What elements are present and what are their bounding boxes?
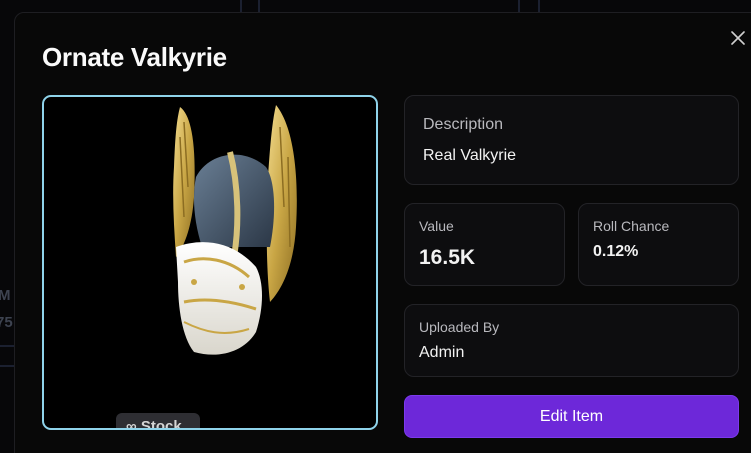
roll-chance-card: Roll Chance 0.12% — [578, 203, 739, 286]
valkyrie-helmet-image — [173, 105, 297, 355]
description-card: Description Real Valkyrie — [404, 95, 739, 185]
value-card: Value 16.5K — [404, 203, 565, 286]
edit-item-button[interactable]: Edit Item — [404, 395, 739, 438]
background-divider — [240, 0, 242, 12]
background-divider — [518, 0, 520, 12]
description-value: Real Valkyrie — [423, 147, 517, 164]
uploaded-by-label: Uploaded By — [419, 319, 500, 335]
item-image: ∞ Stock — [42, 95, 378, 430]
description-label: Description — [423, 116, 504, 133]
uploaded-by-value: Admin — [419, 344, 465, 361]
value-amount: 16.5K — [419, 246, 476, 269]
roll-chance-label: Roll Chance — [593, 218, 670, 234]
background-text: 75 — [0, 314, 13, 331]
background-divider — [0, 345, 14, 347]
modal-title: Ornate Valkyrie — [42, 42, 227, 72]
roll-chance-value: 0.12% — [593, 243, 639, 260]
close-button[interactable] — [726, 26, 750, 50]
value-label: Value — [419, 218, 454, 234]
background-divider — [538, 0, 540, 12]
background-text: M — [0, 287, 11, 304]
close-icon — [731, 31, 745, 45]
background-divider — [258, 0, 260, 12]
background-divider — [0, 365, 14, 367]
uploaded-by-card: Uploaded By Admin — [404, 304, 739, 377]
stock-badge: ∞ Stock — [116, 413, 200, 428]
